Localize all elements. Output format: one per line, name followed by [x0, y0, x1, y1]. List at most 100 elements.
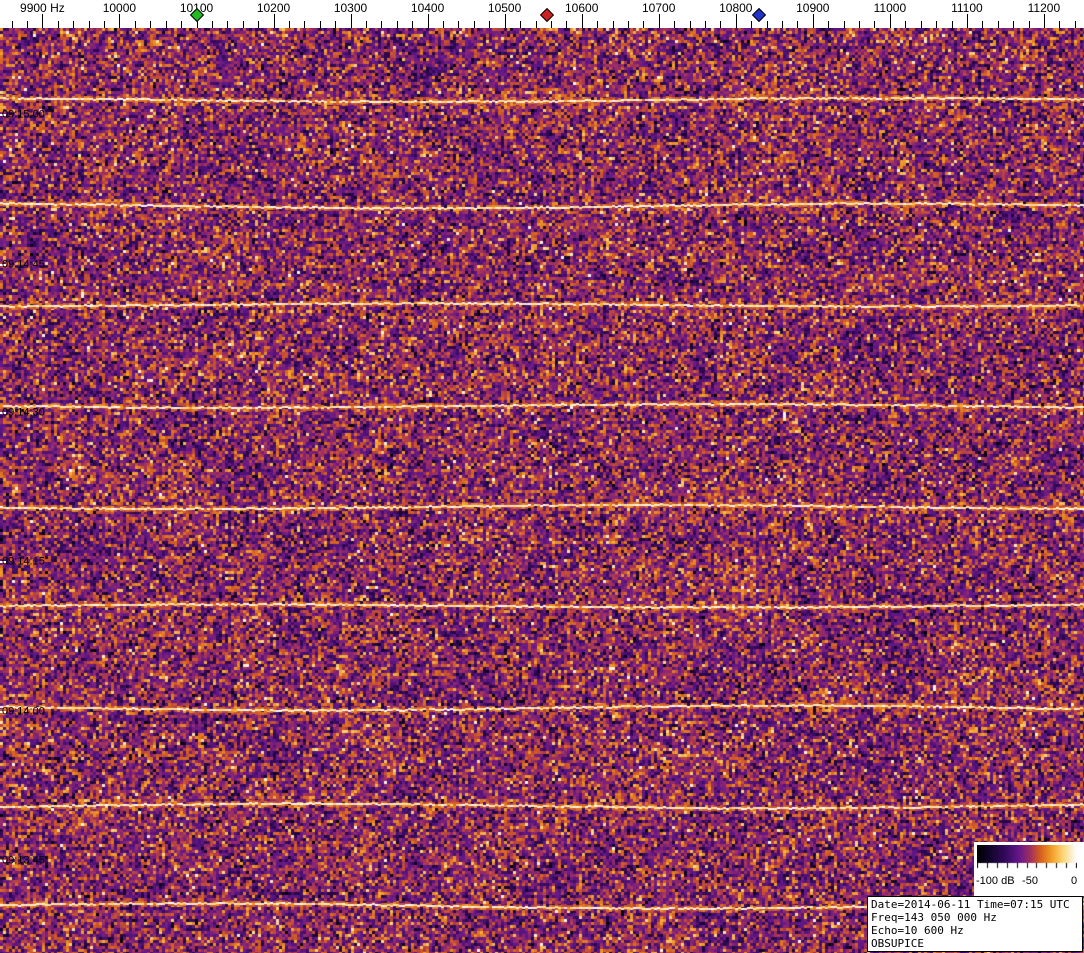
freq-tick: [751, 21, 753, 28]
info-line-date: Date=2014-06-11 Time=07:15 UTC: [871, 898, 1070, 911]
freq-tick: [319, 21, 321, 28]
freq-scale-label: 10900: [796, 1, 830, 15]
freq-tick: [258, 21, 260, 28]
freq-tick: [843, 21, 845, 28]
freq-tick: [766, 21, 768, 28]
freq-tick: [859, 21, 860, 28]
info-line-freq: Freq=143 050 000 Hz: [871, 911, 997, 924]
freq-tick: [104, 21, 105, 28]
freq-tick: [782, 21, 783, 28]
spectrogram-plot: -100 dB -50 0 Date=2014-06-11 Time=07:15…: [0, 28, 1084, 953]
freq-tick: [242, 21, 244, 28]
freq-tick: [951, 21, 953, 28]
freq-tick: [165, 21, 167, 28]
freq-tick: [211, 21, 213, 28]
freq-scale-label: 10500: [487, 1, 522, 15]
freq-tick: [1059, 21, 1061, 28]
freq-tick: [689, 21, 691, 28]
freq-tick: [597, 21, 599, 28]
time-label: 09:14:00: [2, 705, 45, 718]
freq-tick: [658, 14, 660, 28]
freq-tick: [489, 21, 491, 28]
freq-tick: [828, 21, 830, 28]
spectrogram-app: 9900 Hz100001010010200103001040010500106…: [0, 0, 1084, 953]
freq-tick: [982, 21, 984, 28]
freq-tick: [88, 21, 90, 28]
freq-tick: [335, 21, 337, 28]
freq-tick: [735, 14, 737, 28]
freq-scale-label: 10200: [256, 1, 291, 15]
freq-tick: [936, 21, 938, 28]
freq-tick: [427, 14, 429, 28]
freq-tick: [504, 14, 506, 28]
freq-tick: [566, 21, 568, 28]
freq-tick: [381, 21, 383, 28]
info-box: Date=2014-06-11 Time=07:15 UTC Freq=143 …: [867, 896, 1083, 952]
freq-tick: [520, 21, 521, 28]
freq-scale-label: 10600: [565, 1, 599, 15]
freq-tick: [812, 14, 814, 28]
freq-scale-label: 10400: [410, 1, 445, 15]
freq-tick: [920, 21, 922, 28]
freq-tick: [535, 21, 537, 28]
freq-tick: [73, 21, 75, 28]
freq-scale-label: 11000: [873, 1, 907, 15]
freq-marker-red[interactable]: [539, 7, 555, 23]
freq-tick: [412, 21, 414, 28]
freq-tick: [288, 21, 290, 28]
freq-tick: [704, 21, 706, 28]
freq-tick: [905, 21, 907, 28]
freq-tick: [997, 21, 999, 28]
freq-scale-label: 9900 Hz: [20, 1, 65, 15]
frequency-scale: 9900 Hz100001010010200103001040010500106…: [0, 0, 1084, 28]
freq-tick: [443, 21, 444, 28]
freq-tick: [181, 21, 183, 28]
freq-tick: [797, 21, 799, 28]
freq-tick: [1013, 21, 1015, 28]
time-label: 09:14:15: [2, 555, 45, 568]
freq-tick: [473, 21, 475, 28]
freq-scale-label: 10700: [642, 1, 676, 15]
freq-tick: [150, 21, 152, 28]
freq-tick: [720, 21, 722, 28]
freq-tick: [674, 21, 676, 28]
freq-tick: [119, 14, 121, 28]
freq-tick: [57, 21, 59, 28]
freq-marker-blue[interactable]: [751, 7, 766, 23]
freq-tick: [612, 21, 614, 28]
freq-tick: [1043, 14, 1045, 28]
freq-tick: [550, 21, 552, 28]
info-line-station: OBSUPICE: [871, 937, 924, 950]
colorbar-mid-label: -50: [1022, 875, 1038, 887]
freq-scale-label: 11200: [1027, 1, 1061, 15]
freq-tick: [966, 14, 968, 28]
freq-tick: [304, 21, 306, 28]
freq-tick: [581, 14, 583, 28]
freq-tick: [627, 21, 629, 28]
freq-tick: [458, 21, 460, 28]
freq-tick: [1074, 21, 1076, 28]
freq-tick: [27, 21, 28, 28]
freq-tick: [889, 14, 891, 28]
time-label: 09:15:00: [2, 108, 45, 121]
freq-tick: [874, 21, 876, 28]
freq-tick: [366, 21, 367, 28]
freq-tick: [273, 14, 275, 28]
time-label: 09:14:45: [2, 258, 45, 271]
freq-tick: [1028, 21, 1030, 28]
freq-tick: [350, 14, 352, 28]
freq-tick: [643, 21, 645, 28]
colorbar-gradient: [977, 845, 1077, 871]
freq-tick: [11, 21, 13, 28]
freq-tick: [396, 21, 398, 28]
spectrogram-canvas: [0, 28, 1084, 953]
freq-scale-label: 10800: [719, 1, 753, 15]
freq-scale-label: 10000: [102, 1, 137, 15]
time-label: 09:13:45: [2, 854, 45, 867]
info-line-echo: Echo=10 600 Hz: [871, 924, 964, 937]
freq-tick: [134, 21, 136, 28]
colorbar-min-label: -100 dB: [976, 875, 1015, 887]
time-label: 09:14:30: [2, 406, 45, 419]
colorbar: -100 dB -50 0: [974, 842, 1084, 896]
colorbar-max-label: 0: [1071, 875, 1078, 887]
